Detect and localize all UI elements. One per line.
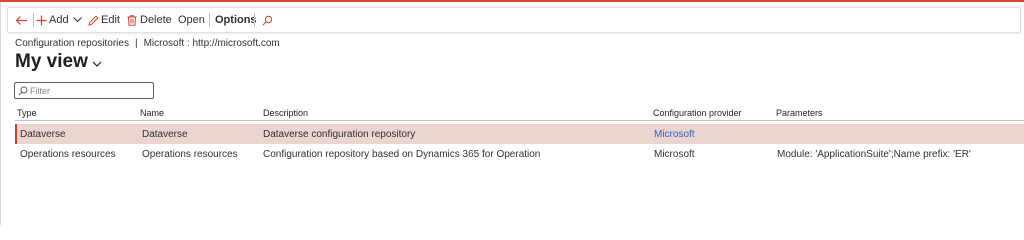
options-button-label: Options — [215, 14, 257, 26]
column-header-name[interactable]: Name — [140, 108, 164, 118]
chevron-down-icon — [92, 61, 102, 67]
options-button[interactable]: Options — [215, 8, 257, 32]
left-border — [0, 2, 1, 225]
column-header-parameters[interactable]: Parameters — [776, 108, 823, 118]
breadcrumb-separator: | — [134, 38, 138, 49]
cell-name: Operations resources — [142, 149, 238, 160]
view-selector[interactable]: My view — [15, 51, 102, 73]
breadcrumb: Configuration repositories | Microsoft :… — [15, 38, 280, 49]
cell-parameters: Module: 'ApplicationSuite';Name prefix: … — [777, 149, 971, 160]
breadcrumb-page: Configuration repositories — [15, 38, 129, 49]
page-title: My view — [15, 51, 88, 72]
breadcrumb-context: Microsoft : http://microsoft.com — [143, 38, 280, 49]
table-row[interactable]: Dataverse Dataverse Dataverse configurat… — [15, 124, 1024, 144]
back-button[interactable] — [12, 8, 30, 32]
repositories-grid: Type Name Description Configuration prov… — [15, 106, 1024, 164]
trash-icon — [127, 14, 137, 26]
add-button[interactable]: Add — [36, 8, 82, 32]
filter-box — [14, 82, 154, 99]
pencil-icon — [88, 14, 99, 26]
cell-type: Dataverse — [20, 129, 66, 140]
back-arrow-icon — [15, 15, 27, 25]
top-accent-line — [0, 0, 1024, 2]
plus-icon — [36, 15, 47, 25]
table-row[interactable]: Operations resources Operations resource… — [15, 144, 1024, 164]
search-icon — [262, 15, 273, 25]
add-button-label: Add — [49, 14, 69, 26]
cell-name: Dataverse — [142, 129, 188, 140]
open-button-label: Open — [178, 14, 205, 26]
search-button[interactable] — [262, 8, 273, 32]
cell-provider: Microsoft — [654, 149, 695, 160]
chevron-down-icon — [72, 17, 82, 23]
cell-description: Dataverse configuration repository — [263, 129, 416, 140]
toolbar-separator — [209, 13, 210, 27]
search-icon — [18, 86, 28, 96]
filter-input[interactable] — [28, 84, 145, 97]
delete-button[interactable]: Delete — [127, 8, 172, 32]
toolbar-separator — [33, 13, 34, 27]
cell-provider-link[interactable]: Microsoft — [654, 129, 695, 140]
column-header-description[interactable]: Description — [263, 108, 308, 118]
cell-description: Configuration repository based on Dynami… — [263, 149, 541, 160]
toolbar-separator — [254, 13, 255, 27]
delete-button-label: Delete — [140, 14, 172, 26]
column-header-configuration-provider[interactable]: Configuration provider — [653, 108, 742, 118]
open-button[interactable]: Open — [178, 8, 205, 32]
edit-button[interactable]: Edit — [88, 8, 120, 32]
grid-header: Type Name Description Configuration prov… — [15, 106, 1024, 121]
edit-button-label: Edit — [101, 14, 120, 26]
cell-type: Operations resources — [20, 149, 116, 160]
column-header-type[interactable]: Type — [17, 108, 37, 118]
action-toolbar: Add Edit Delete Open Options — [7, 7, 1021, 33]
